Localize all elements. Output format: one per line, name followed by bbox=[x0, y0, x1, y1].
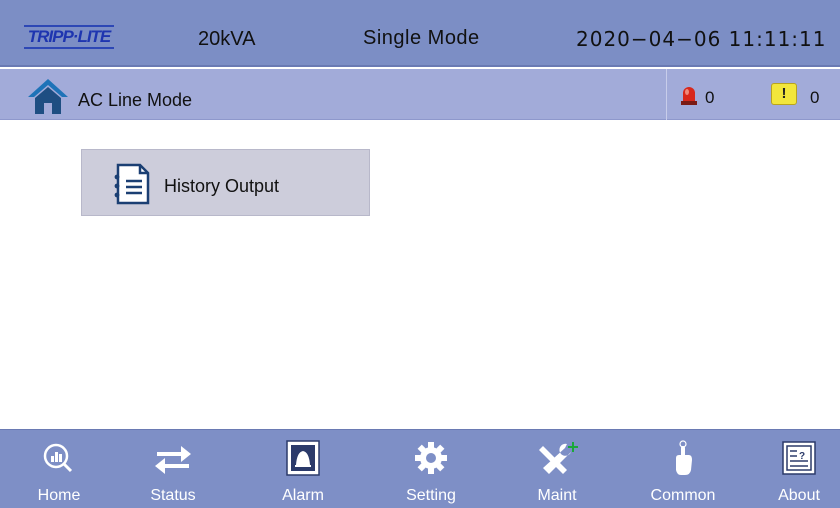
capacity-label: 20kVA bbox=[198, 28, 256, 50]
tools-icon bbox=[539, 442, 578, 474]
bottom-nav: Home Status Alarm Setting Maint Common ?… bbox=[0, 429, 840, 508]
brand-logo: TRIPP·LITE bbox=[24, 25, 114, 49]
alarm-light-icon[interactable] bbox=[679, 84, 699, 106]
nav-common[interactable]: Common bbox=[628, 430, 738, 508]
history-output-button[interactable]: History Output bbox=[81, 149, 370, 216]
history-output-label: History Output bbox=[164, 176, 280, 196]
nav-setting[interactable]: Setting bbox=[376, 430, 486, 508]
nav-setting-label: Setting bbox=[406, 487, 456, 504]
bell-icon bbox=[286, 440, 320, 476]
main-content: History Output bbox=[0, 121, 840, 429]
nav-alarm-label: Alarm bbox=[282, 487, 324, 504]
gear-icon bbox=[415, 442, 447, 474]
nav-status[interactable]: Status bbox=[118, 430, 228, 508]
alarm-count: 0 bbox=[705, 88, 715, 107]
nav-home-label: Home bbox=[37, 487, 81, 504]
datetime-label: 2020−04−06 11:11:11 bbox=[576, 27, 827, 51]
header-bar: TRIPP·LITE 20kVA Single Mode 2020−04−06 … bbox=[0, 0, 840, 67]
nav-status-label: Status bbox=[150, 487, 196, 504]
warning-count: 0 bbox=[810, 88, 820, 107]
line-mode-label: AC Line Mode bbox=[78, 90, 193, 110]
mode-label: Single Mode bbox=[363, 27, 480, 49]
home-magnifier-icon bbox=[43, 443, 73, 473]
nav-about[interactable]: ? About bbox=[744, 430, 840, 508]
nav-maint[interactable]: Maint bbox=[502, 430, 612, 508]
nav-common-label: Common bbox=[650, 487, 716, 504]
divider bbox=[666, 69, 667, 120]
transfer-arrows-icon bbox=[155, 446, 191, 474]
nav-maint-label: Maint bbox=[537, 487, 577, 504]
svg-text:?: ? bbox=[799, 451, 805, 462]
nav-about-label: About bbox=[778, 487, 820, 504]
nav-alarm[interactable]: Alarm bbox=[248, 430, 358, 508]
document-list-icon bbox=[114, 163, 150, 205]
warning-icon[interactable]: ! bbox=[771, 83, 797, 105]
nav-home[interactable]: Home bbox=[4, 430, 114, 508]
home-icon[interactable] bbox=[26, 77, 70, 115]
document-info-icon: ? bbox=[782, 441, 816, 475]
status-bar: AC Line Mode 0 ! 0 bbox=[0, 69, 840, 120]
pointer-hand-icon bbox=[676, 440, 692, 475]
